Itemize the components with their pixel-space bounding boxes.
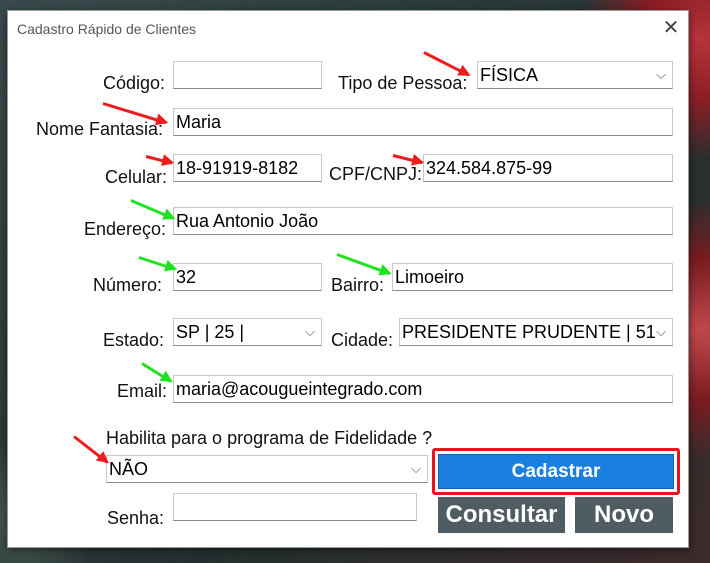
celular-input[interactable]: 18-91919-8182: [173, 154, 322, 182]
annotation-arrow-green: [336, 253, 391, 276]
chevron-down-icon: ⌵: [411, 461, 421, 476]
numero-input[interactable]: 32: [173, 263, 322, 291]
cpf-cnpj-input[interactable]: 324.584.875-99: [423, 154, 673, 182]
numero-label: Número:: [93, 275, 163, 295]
annotation-arrow-red: [392, 154, 423, 165]
cidade-value: PRESIDENTE PRUDENTE | 51: [402, 322, 656, 342]
nome-fantasia-label: Nome Fantasia:: [36, 119, 164, 139]
chevron-down-icon: ⌵: [656, 324, 666, 339]
email-label: Email:: [117, 381, 168, 401]
annotation-arrow-green: [130, 199, 174, 220]
fidelidade-select[interactable]: NÃO ⌵: [106, 455, 428, 483]
quick-client-dialog: Cadastro Rápido de Clientes ✕ Código: Ti…: [7, 10, 689, 548]
consultar-button[interactable]: Consultar: [438, 497, 565, 533]
bairro-input[interactable]: Limoeiro: [392, 263, 673, 291]
window-title: Cadastro Rápido de Clientes: [17, 21, 196, 37]
estado-select[interactable]: SP | 25 | ⌵: [173, 318, 322, 346]
cpf-cnpj-label: CPF/CNPJ:: [329, 164, 423, 184]
close-icon[interactable]: ✕: [660, 17, 682, 39]
cidade-select[interactable]: PRESIDENTE PRUDENTE | 51 ⌵: [399, 318, 673, 346]
celular-label: Celular:: [105, 167, 168, 187]
chevron-down-icon: ⌵: [305, 324, 315, 339]
tipo-pessoa-value: FÍSICA: [480, 65, 539, 85]
bairro-label: Bairro:: [331, 275, 385, 295]
codigo-input[interactable]: [173, 61, 322, 89]
tipo-pessoa-label: Tipo de Pessoa:: [338, 73, 468, 93]
fidelidade-label: Habilita para o programa de Fidelidade ?: [106, 428, 433, 448]
annotation-arrow-green: [138, 256, 176, 271]
senha-label: Senha:: [107, 508, 165, 528]
nome-fantasia-input[interactable]: Maria: [173, 108, 673, 136]
email-input[interactable]: maria@acougueintegrado.com: [173, 375, 673, 403]
annotation-arrow-green: [141, 362, 172, 383]
cidade-label: Cidade:: [331, 330, 394, 350]
novo-button[interactable]: Novo: [575, 497, 673, 533]
estado-value: SP | 25 |: [176, 322, 245, 342]
tipo-pessoa-select[interactable]: FÍSICA ⌵: [477, 61, 673, 89]
estado-label: Estado:: [103, 330, 165, 350]
senha-input[interactable]: [173, 493, 417, 521]
endereco-label: Endereço:: [84, 219, 167, 239]
codigo-label: Código:: [103, 73, 166, 93]
chevron-down-icon: ⌵: [656, 67, 666, 82]
annotation-arrow-red: [73, 435, 109, 464]
fidelidade-value: NÃO: [109, 459, 149, 479]
endereco-input[interactable]: Rua Antonio João: [173, 207, 673, 235]
annotation-arrow-red: [145, 155, 173, 165]
cadastrar-button[interactable]: Cadastrar: [438, 454, 674, 489]
